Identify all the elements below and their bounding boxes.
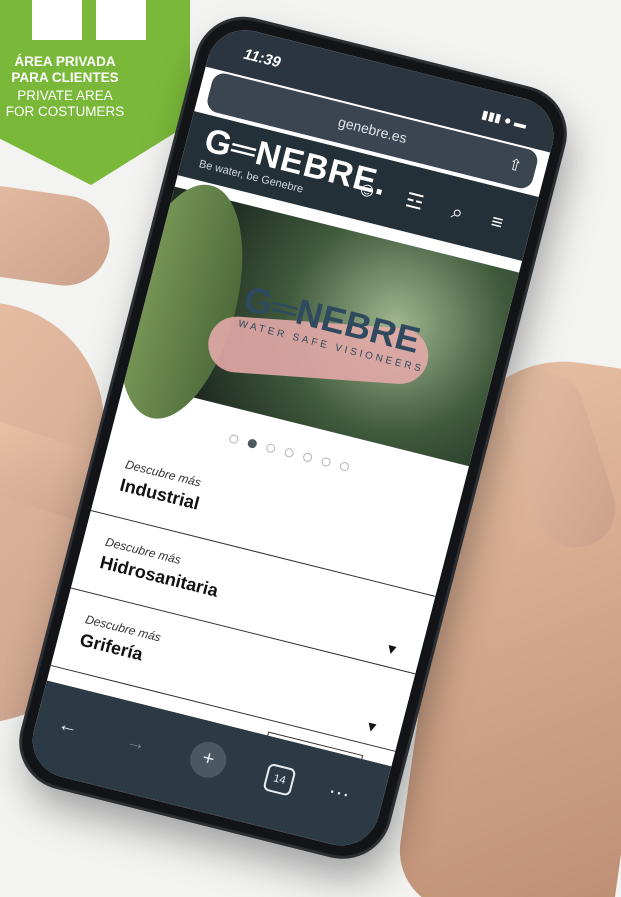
new-tab-button[interactable]: + <box>186 738 231 782</box>
badge-title-line2: PARA CLIENTES <box>11 70 119 85</box>
carousel-dot[interactable] <box>265 442 277 454</box>
more-icon[interactable]: … <box>327 772 355 802</box>
menu-icon[interactable]: ≡ <box>488 211 517 239</box>
carousel-dot[interactable] <box>302 451 314 463</box>
badge-subtitle-line2: FOR COSTUMERS <box>5 104 125 119</box>
badge-square-icon <box>96 0 146 40</box>
status-time: 11:39 <box>241 45 283 72</box>
back-icon[interactable]: ← <box>56 713 81 740</box>
header-icons: ☺ ☲ ⌕ ≡ <box>354 175 517 238</box>
chevron-down-icon[interactable]: ▼ <box>363 717 380 736</box>
search-icon[interactable]: ⌕ <box>449 201 477 229</box>
badge-title-line1: ÁREA PRIVADA <box>14 54 116 69</box>
hero-leaf <box>97 172 265 432</box>
carousel-dot-active[interactable] <box>246 438 258 450</box>
carousel-dot[interactable] <box>320 456 332 468</box>
cart-icon[interactable]: ☲ <box>403 187 438 218</box>
user-icon[interactable]: ☺ <box>354 177 391 207</box>
chevron-down-icon[interactable]: ▼ <box>383 640 400 659</box>
forward-icon[interactable]: → <box>123 730 149 757</box>
private-area-badge[interactable]: ÁREA PRIVADA PARA CLIENTES PRIVATE AREA … <box>0 0 190 185</box>
finger-top <box>0 178 116 292</box>
badge-square-icon <box>32 0 82 40</box>
tabs-count-button[interactable]: 14 <box>262 762 297 797</box>
badge-subtitle-line1: PRIVATE AREA <box>17 88 113 103</box>
carousel-dot[interactable] <box>228 433 240 445</box>
carousel-dot[interactable] <box>338 461 350 473</box>
scene: ÁREA PRIVADA PARA CLIENTES PRIVATE AREA … <box>0 0 621 897</box>
signal-wifi-battery-icon: ▮▮▮ ● ▬ <box>480 107 529 132</box>
carousel-dot[interactable] <box>283 447 295 459</box>
